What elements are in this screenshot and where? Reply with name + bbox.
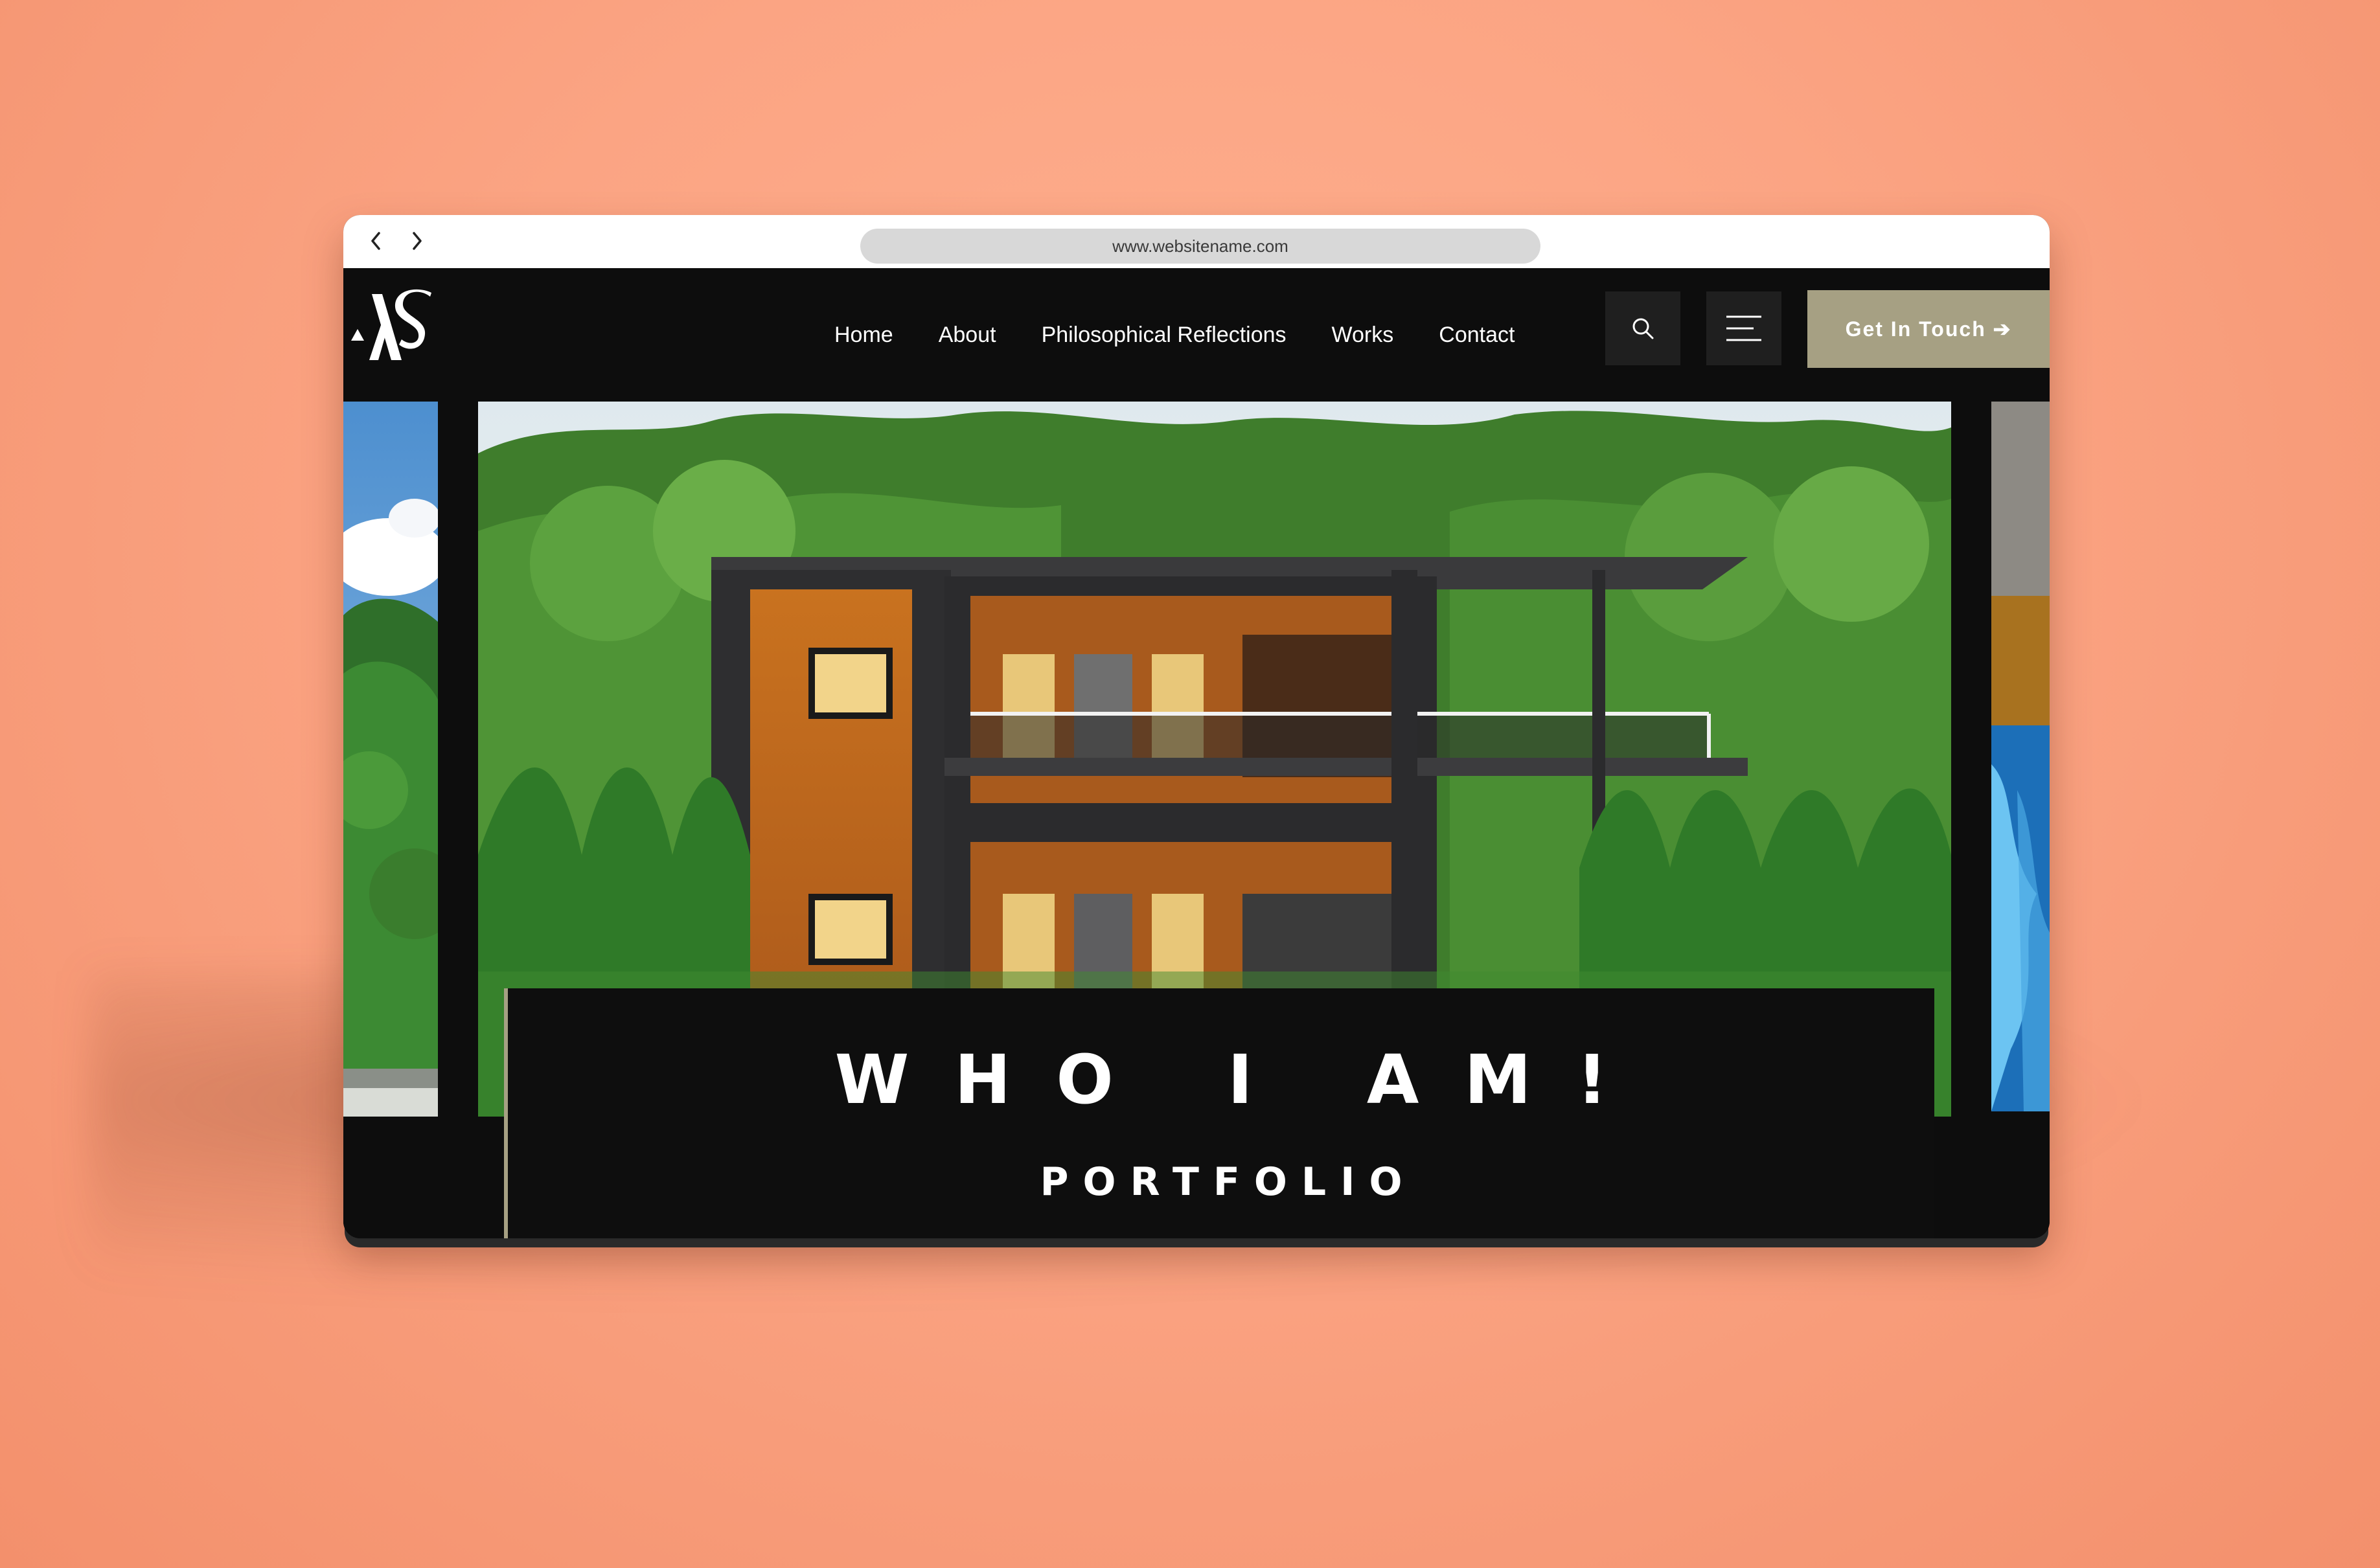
main-nav: Home About Philosophical Reflections Wor… xyxy=(834,268,1515,402)
nav-philosophical-reflections-link[interactable]: Philosophical Reflections xyxy=(1042,323,1287,348)
mockup-background: www.websitename.com Home About Philosoph… xyxy=(0,0,2380,1568)
menu-button[interactable] xyxy=(1706,291,1781,365)
logo[interactable] xyxy=(350,288,434,365)
chevron-left-icon[interactable] xyxy=(361,227,390,255)
interior-image xyxy=(1991,402,2050,1111)
hero-title: WHO I AM! xyxy=(834,1040,1653,1119)
nav-home-link[interactable]: Home xyxy=(834,323,893,348)
browser-window: www.websitename.com Home About Philosoph… xyxy=(343,215,2050,1238)
website-page: Home About Philosophical Reflections Wor… xyxy=(343,268,2050,1238)
nav-contact-link[interactable]: Contact xyxy=(1439,323,1515,348)
slide-next[interactable] xyxy=(1991,402,2050,1111)
slide-previous[interactable] xyxy=(343,402,438,1117)
landscape-image xyxy=(343,402,438,1117)
get-in-touch-button[interactable]: Get In Touch ➔ xyxy=(1807,290,2050,368)
hero-subtitle: PORTFOLIO xyxy=(1040,1159,1417,1205)
hero-card: WHO I AM! PORTFOLIO xyxy=(504,988,1934,1238)
chevron-right-icon[interactable] xyxy=(403,227,431,255)
search-button[interactable] xyxy=(1605,291,1680,365)
address-bar[interactable]: www.websitename.com xyxy=(860,229,1540,264)
browser-toolbar: www.websitename.com xyxy=(343,215,2050,268)
nav-about-link[interactable]: About xyxy=(939,323,996,348)
search-icon xyxy=(1632,318,1654,339)
nav-works-link[interactable]: Works xyxy=(1332,323,1394,348)
hamburger-menu-icon xyxy=(1726,315,1761,341)
